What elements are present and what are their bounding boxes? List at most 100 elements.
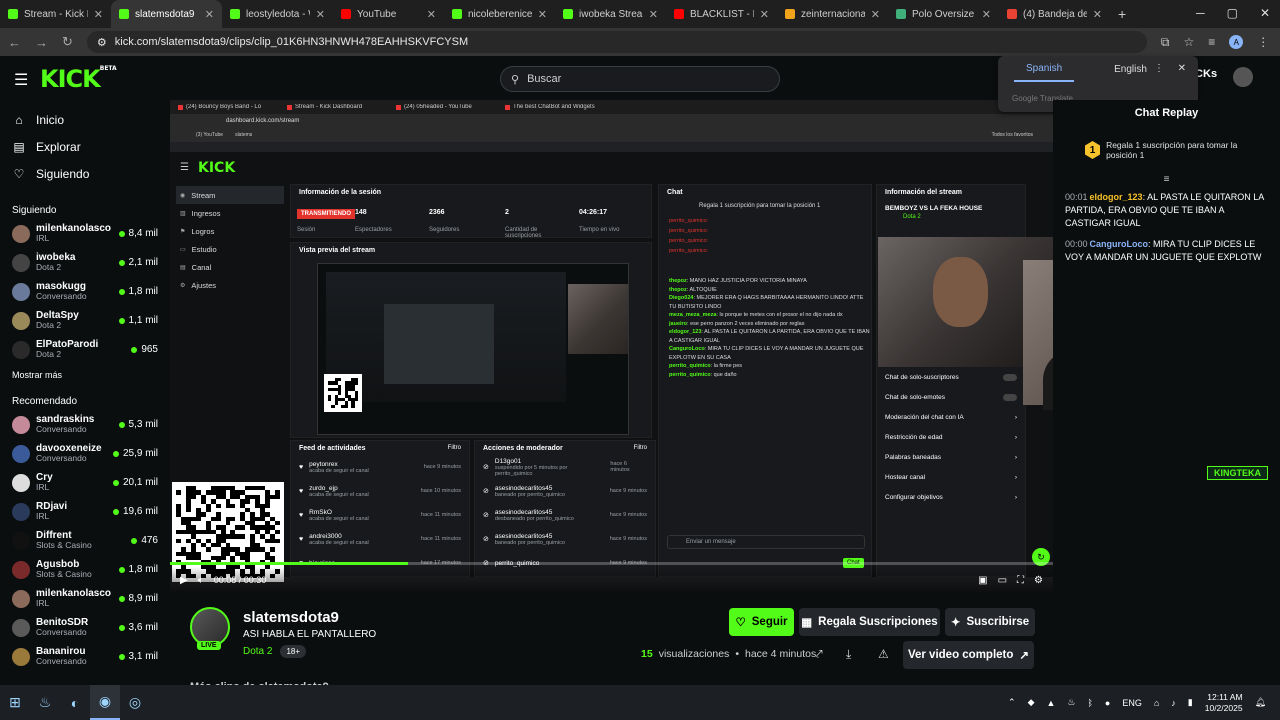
full-video-button[interactable]: Ver video completo ↗ — [903, 641, 1034, 669]
windows-start-icon[interactable]: ⊞ — [0, 685, 30, 720]
tab-close-icon[interactable]: ✕ — [205, 8, 214, 21]
back-icon[interactable]: ← — [8, 35, 21, 50]
minimize-icon[interactable]: ─ — [1196, 6, 1205, 20]
sidebar-channel[interactable]: Diffrent Slots & Casino 476 — [0, 526, 170, 555]
tray-volume-icon[interactable]: ♪ — [1171, 698, 1176, 708]
share-icon[interactable]: ⤤ — [816, 647, 823, 662]
steam-icon[interactable]: ♨ — [30, 685, 60, 720]
fullscreen-icon[interactable]: ⛶ — [1017, 575, 1024, 586]
browser-tab[interactable]: nicoleberenice Str ✕ — [444, 0, 555, 28]
category-link[interactable]: Dota 2 — [243, 646, 272, 657]
sidebar-nav-explorar[interactable]: ▤ Explorar — [0, 133, 170, 160]
tab-close-icon[interactable]: ✕ — [94, 8, 103, 21]
gift-subs-button[interactable]: ▦ Regala Suscripciones — [799, 608, 940, 636]
translate-close-icon[interactable]: ✕ — [1178, 63, 1186, 74]
channel-name[interactable]: slatemsdota9 — [243, 609, 339, 626]
browser-tab[interactable]: Stream - Kick Dash ✕ — [0, 0, 111, 28]
notification-bell-icon[interactable]: 🔔︎ — [1255, 697, 1266, 708]
translate-lang-english[interactable]: English — [1114, 64, 1147, 75]
sidebar-channel[interactable]: ElPatoParodi Dota 2 965 — [0, 335, 170, 364]
tab-close-icon[interactable]: ✕ — [538, 8, 547, 21]
kick-logo[interactable]: KICKBETA — [40, 65, 117, 93]
sidebar-channel[interactable]: milenkanolasco IRL 8,4 mil — [0, 219, 170, 248]
tab-close-icon[interactable]: ✕ — [427, 8, 436, 21]
sidebar-channel[interactable]: milenkanolasco IRL 8,9 mil — [0, 584, 170, 613]
maximize-icon[interactable]: ▢ — [1227, 6, 1238, 20]
browser-tab[interactable]: Polo Oversize Ze ✕ — [888, 0, 999, 28]
translate-lang-spanish[interactable]: Spanish — [1014, 57, 1075, 82]
tab-close-icon[interactable]: ✕ — [982, 8, 991, 21]
sidebar-channel[interactable]: RDjavi IRL 19,6 mil — [0, 497, 170, 526]
settings-gear-icon[interactable]: ⚙ — [1034, 575, 1043, 586]
tray-steam-icon[interactable]: ♨ — [1067, 697, 1075, 708]
tray-lang[interactable]: ENG — [1122, 698, 1142, 708]
browser-tab[interactable]: zeinternacional | c ✕ — [777, 0, 888, 28]
follow-button[interactable]: ♡ Seguir — [729, 608, 794, 636]
hamburger-menu-icon[interactable]: ☰ — [14, 70, 28, 90]
message-username[interactable]: CanguroLoco — [1090, 239, 1149, 249]
tray-chevron-icon[interactable]: ⌃ — [1008, 697, 1016, 708]
tray-battery-icon[interactable]: ▮ — [1188, 697, 1193, 708]
sidebar-nav-inicio[interactable]: ⌂ Inicio — [0, 106, 170, 133]
browser-tab[interactable]: (4) Bandeja de en ✕ — [999, 0, 1110, 28]
chrome-icon[interactable]: ◉ — [90, 685, 120, 720]
sidebar-channel[interactable]: sandraskins Conversando 5,3 mil — [0, 410, 170, 439]
sidebar-channel[interactable]: masokugg Conversando 1,8 mil — [0, 277, 170, 306]
tray-clock[interactable]: 12:11 AM 10/2/2025 — [1205, 692, 1243, 713]
reload-icon[interactable]: ↻ — [62, 34, 73, 50]
tray-discord-icon[interactable]: ● — [1105, 698, 1110, 708]
tray-bluetooth-icon[interactable]: ᛒ — [1087, 698, 1092, 708]
sidebar-channel[interactable]: iwobeka Dota 2 2,1 mil — [0, 248, 170, 277]
browser-tab[interactable]: iwobeka Stream - ✕ — [555, 0, 666, 28]
tab-close-icon[interactable]: ✕ — [649, 8, 658, 21]
sidebar-channel[interactable]: davooxeneize Conversando 25,9 mil — [0, 439, 170, 468]
user-avatar[interactable] — [1233, 67, 1253, 87]
sidebar-channel[interactable]: Cry IRL 20,1 mil — [0, 468, 170, 497]
browser-tab[interactable]: leostyledota - Wa ✕ — [222, 0, 333, 28]
tab-close-icon[interactable]: ✕ — [871, 8, 880, 21]
tab-close-icon[interactable]: ✕ — [1093, 8, 1102, 21]
menu-kebab-icon[interactable]: ⋮ — [1257, 35, 1269, 49]
bookmark-star-icon[interactable]: ☆ — [1183, 35, 1194, 49]
new-tab-icon[interactable]: + — [1118, 6, 1126, 22]
media-icon[interactable]: ≡ — [1208, 35, 1215, 49]
pip-icon[interactable]: ▣ — [978, 575, 987, 586]
site-info-icon[interactable]: ⚙ — [97, 36, 107, 49]
forward-icon[interactable]: → — [35, 35, 48, 50]
browser-tab[interactable]: BLACKLIST - PIUR ✕ — [666, 0, 777, 28]
download-icon[interactable]: ⤓ — [846, 647, 851, 662]
sidebar-channel[interactable]: BenitoSDR Conversando 3,6 mil — [0, 613, 170, 642]
browser-tab[interactable]: slatemsdota9 ✕ — [111, 0, 222, 28]
sidebar-channel[interactable]: Agusbob Slots & Casino 1,8 mil — [0, 555, 170, 584]
show-more-link[interactable]: Mostrar más — [0, 364, 170, 386]
tray-nvidia-icon[interactable]: ▲ — [1046, 698, 1055, 708]
report-icon[interactable]: ⚠ — [878, 647, 889, 661]
theater-icon[interactable]: ▭ — [998, 575, 1007, 586]
volume-icon[interactable]: 🔈︎ — [198, 575, 204, 586]
video-progress-bar[interactable] — [170, 562, 1053, 565]
inner-nav-label: Canal — [191, 262, 212, 272]
tray-network-icon[interactable]: ⌂ — [1154, 698, 1159, 708]
sidebar-nav-siguiendo[interactable]: ♡ Siguiendo — [0, 160, 170, 187]
browser-tab[interactable]: YouTube ✕ — [333, 0, 444, 28]
play-icon[interactable]: ▶ — [180, 575, 188, 586]
feed-user: asesinodecarlitos45 — [494, 532, 553, 540]
translate-kebab-icon[interactable]: ⋮ — [1154, 63, 1164, 74]
tab-close-icon[interactable]: ✕ — [316, 8, 325, 21]
tab-close-icon[interactable]: ✕ — [760, 8, 769, 21]
close-window-icon[interactable]: ✕ — [1260, 6, 1270, 20]
tray-app-icon[interactable]: ◆ — [1028, 697, 1035, 708]
clip-video-player[interactable]: (24) Bouncy Boys Band - Lo Stream - Kick … — [170, 100, 1053, 593]
search-input[interactable]: ⚲ Buscar — [500, 66, 780, 92]
translate-icon[interactable]: ⧉ — [1161, 35, 1170, 50]
profile-icon[interactable]: A — [1229, 35, 1244, 49]
sidebar-channel[interactable]: Bananirou Conversando 3,1 mil — [0, 642, 170, 671]
app-icon[interactable]: ◐ — [60, 685, 90, 720]
obs-icon[interactable]: ◎ — [120, 685, 150, 720]
sidebar-channel[interactable]: DeltaSpy Dota 2 1,1 mil — [0, 306, 170, 335]
subscribe-button[interactable]: ✦ Suscribirse — [945, 608, 1035, 636]
chevron-right-icon: › — [1014, 433, 1017, 441]
address-bar[interactable]: ⚙ kick.com/slatemsdota9/clips/clip_01K6H… — [86, 31, 1147, 53]
pin-collapse-icon[interactable]: ≡ — [1053, 174, 1280, 185]
message-username[interactable]: eldogor_123 — [1090, 192, 1143, 202]
